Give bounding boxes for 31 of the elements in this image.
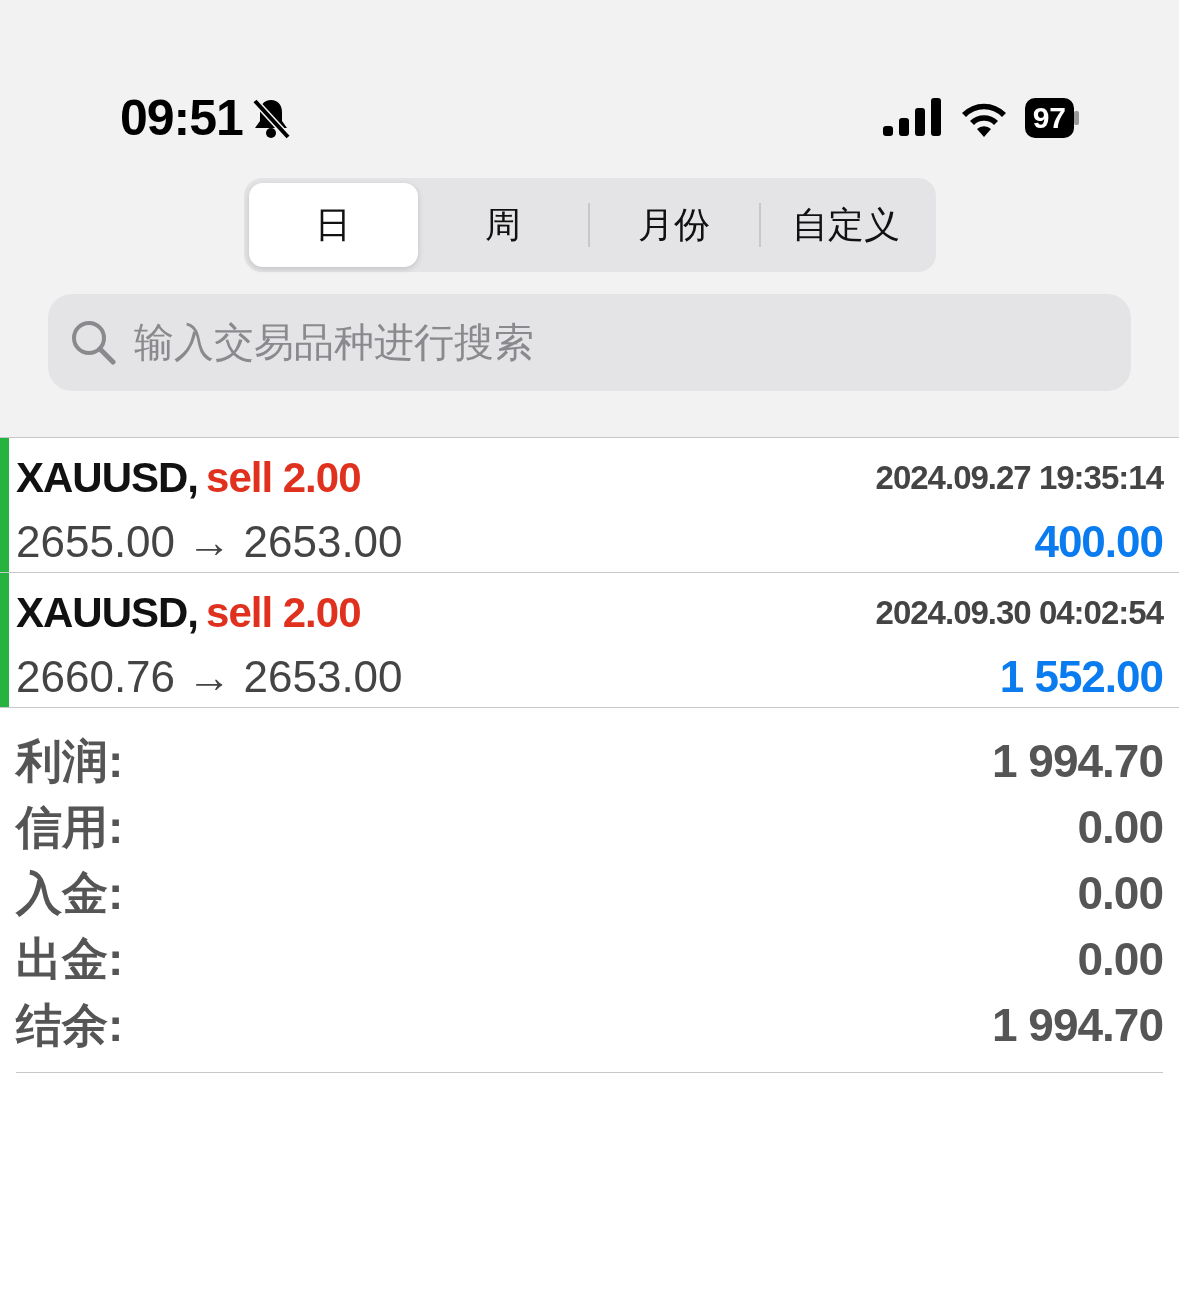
status-time: 09:51 [120, 88, 243, 148]
summary-value: 0.00 [1077, 866, 1163, 921]
bell-slash-icon [250, 97, 291, 139]
trade-order: sell 2.00 [206, 588, 361, 638]
summary-value: 0.00 [1077, 932, 1163, 987]
summary-label: 利润: [16, 734, 124, 789]
summary-label: 出金: [16, 932, 124, 987]
trade-time: 2024.09.27 19:35:14 [875, 457, 1163, 498]
segment-tab[interactable]: 日 [248, 183, 418, 267]
summary-label: 信用: [16, 800, 124, 855]
summary-value: 1 994.70 [991, 998, 1163, 1053]
trade-profit: 400.00 [1034, 516, 1163, 568]
segment-tab[interactable]: 周 [418, 183, 588, 267]
trade-profit: 1 552.00 [999, 651, 1163, 703]
summary-value: 0.00 [1077, 800, 1163, 855]
segment-tab[interactable]: 月份 [589, 183, 759, 267]
summary-label: 入金: [16, 866, 124, 921]
trade-symbol: XAUUSD, [16, 588, 199, 638]
search-icon [70, 319, 116, 365]
search-field[interactable]: 输入交易品种进行搜索 [48, 294, 1131, 391]
battery-level: 97 [1024, 98, 1074, 138]
segment-tab[interactable]: 自定义 [761, 183, 931, 267]
trade-prices: 2660.76 → 2653.00 [16, 651, 403, 703]
summary-value: 1 994.70 [991, 734, 1163, 789]
signal-icon [882, 98, 943, 138]
trade-order: sell 2.00 [206, 453, 361, 503]
battery-tip-icon [1074, 111, 1079, 125]
trade-time: 2024.09.30 04:02:54 [875, 592, 1163, 633]
summary-label: 结余: [16, 998, 124, 1053]
trade-prices: 2655.00 → 2653.00 [16, 516, 403, 568]
trade-symbol: XAUUSD, [16, 453, 199, 503]
